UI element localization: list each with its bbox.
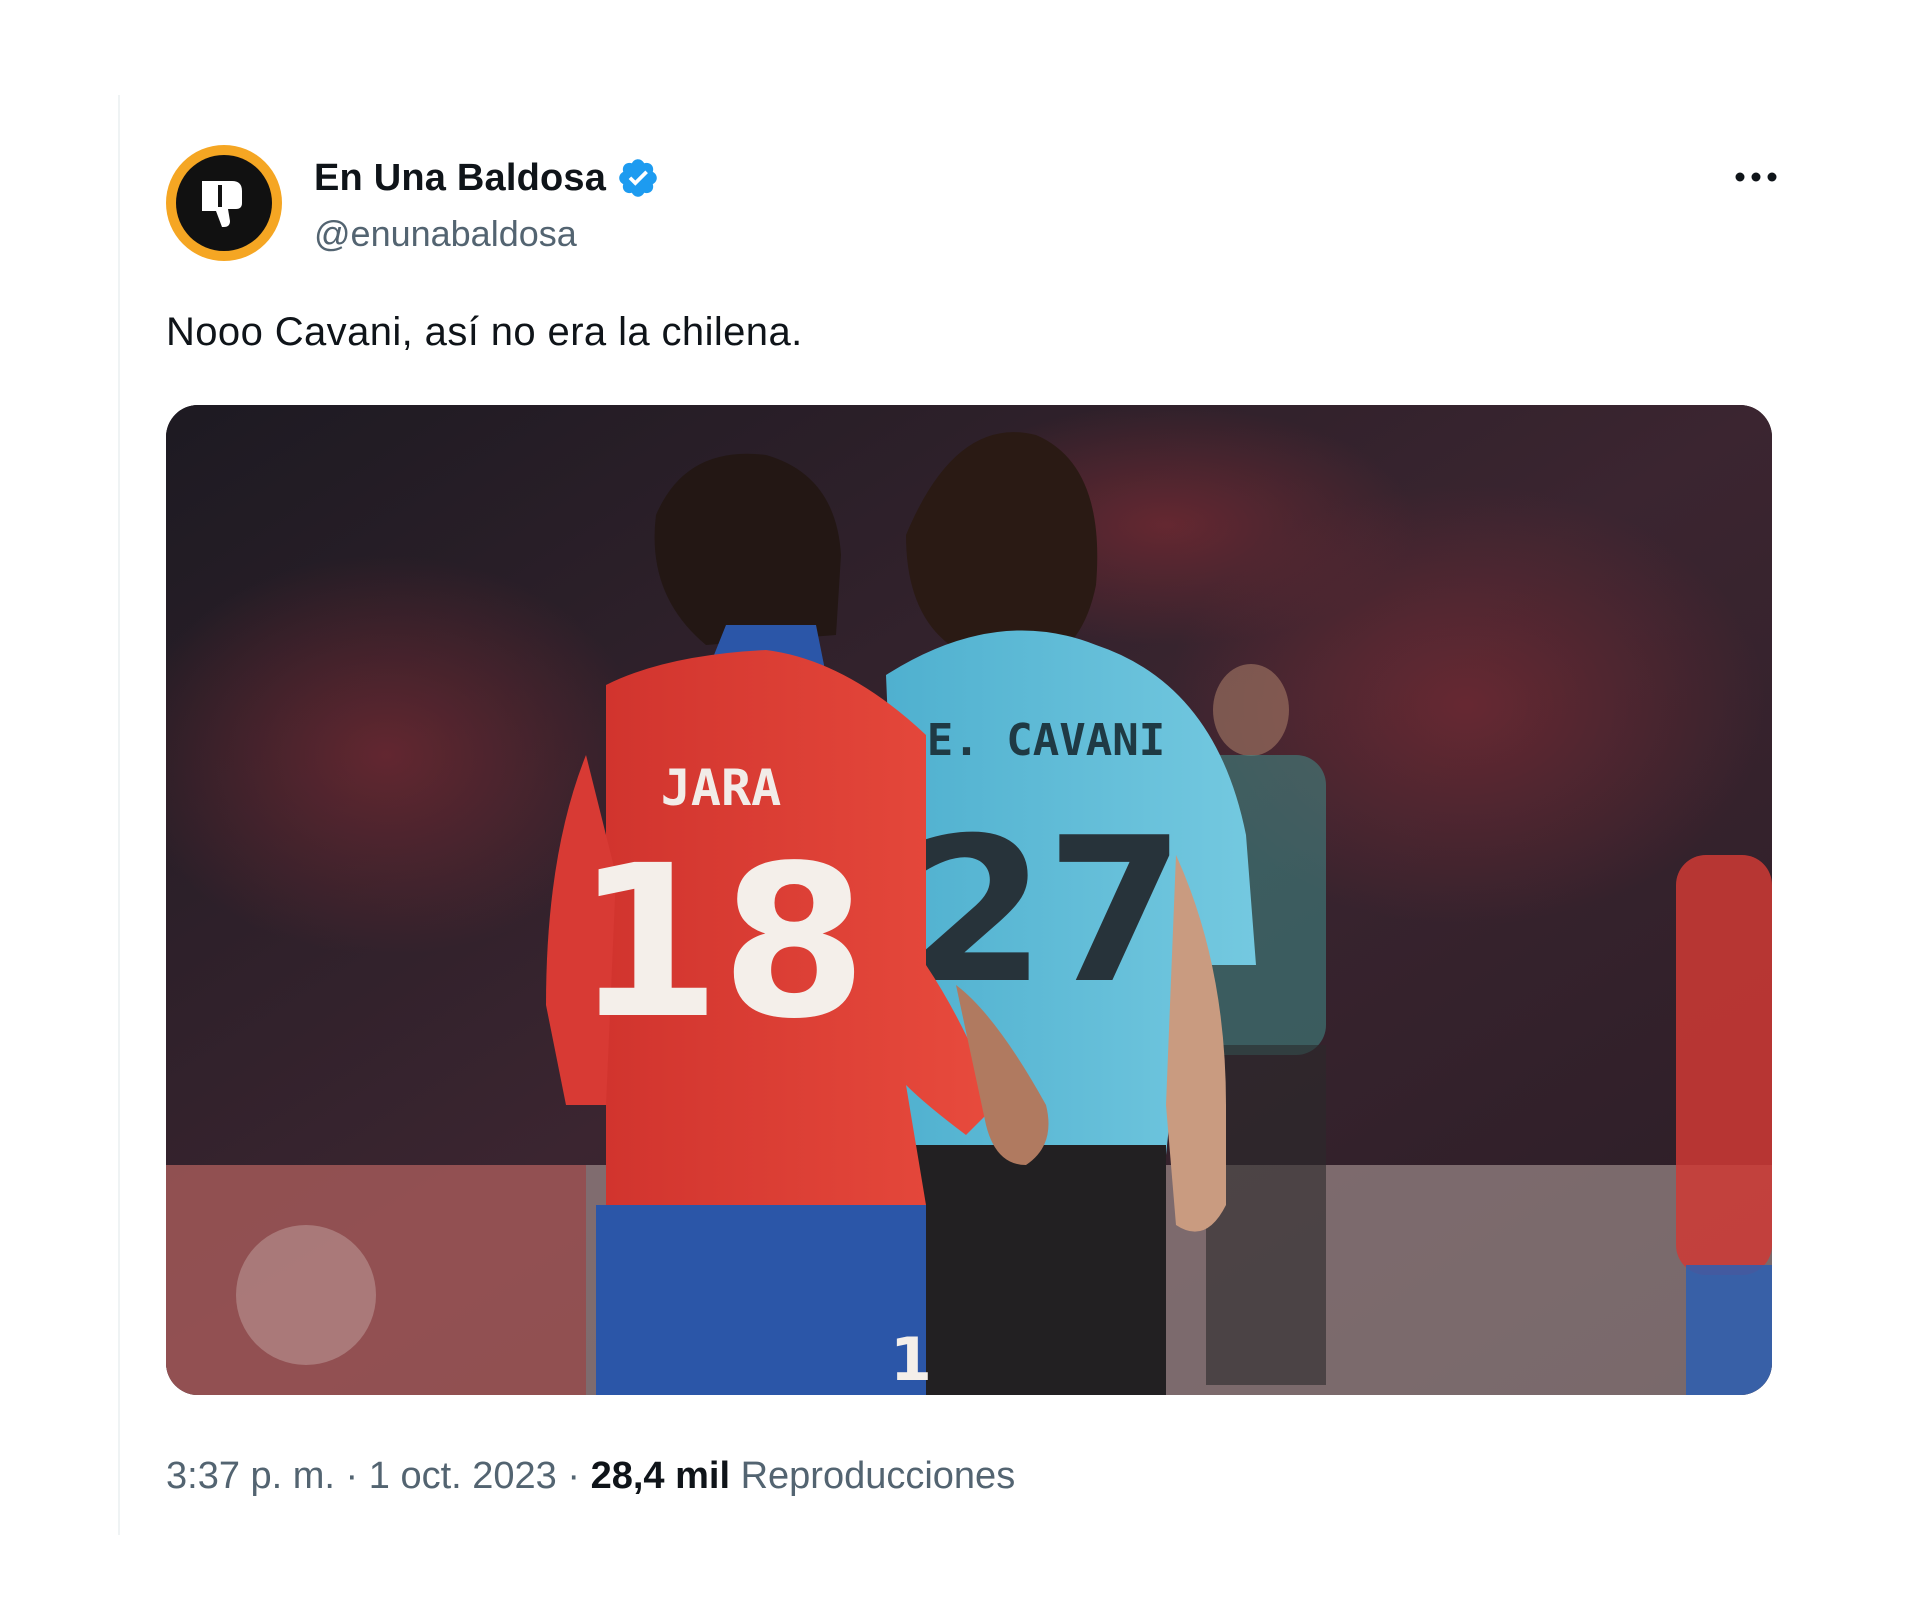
jara-shorts-number: 1 — [890, 1325, 932, 1395]
tweet-meta: 3:37 p. m. · 1 oct. 2023 · 28,4 mil Repr… — [166, 1455, 1015, 1498]
author-row: En Una Baldosa — [314, 155, 660, 201]
more-options-button[interactable] — [1726, 157, 1786, 197]
views-count[interactable]: 28,4 mil — [591, 1455, 730, 1497]
tweet-card: En Una Baldosa @enunabaldosa Nooo Cavani… — [166, 145, 1786, 1525]
cavani-jersey-number: 27 — [907, 795, 1185, 1028]
jara-jersey-name: JARA — [661, 759, 781, 817]
thumbs-down-icon — [176, 155, 272, 251]
more-options-icon — [1735, 172, 1777, 182]
tweet-photo[interactable]: E. CAVANI 27 JARA 18 1 — [166, 405, 1772, 1395]
tweet-time[interactable]: 3:37 p. m. — [166, 1455, 335, 1497]
views-label[interactable]: Reproducciones — [741, 1455, 1016, 1497]
tweet-date[interactable]: 1 oct. 2023 — [369, 1455, 557, 1497]
meta-separator: · — [567, 1455, 581, 1497]
author-handle[interactable]: @enunabaldosa — [314, 213, 577, 255]
display-name[interactable]: En Una Baldosa — [314, 157, 606, 200]
tweet-text: Nooo Cavani, así no era la chilena. — [166, 310, 803, 354]
timeline-divider — [118, 95, 120, 1535]
cavani-jersey-name: E. CAVANI — [927, 715, 1165, 766]
meta-separator: · — [345, 1455, 359, 1497]
verified-badge-icon — [619, 159, 657, 197]
jara-jersey-number: 18 — [575, 820, 867, 1065]
avatar[interactable] — [166, 145, 282, 261]
